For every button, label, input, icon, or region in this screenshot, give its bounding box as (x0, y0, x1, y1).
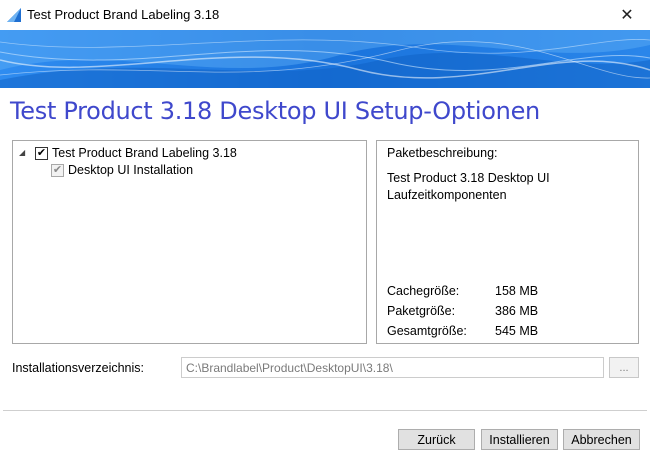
size-value: 545 MB (495, 324, 539, 338)
size-value: 158 MB (495, 284, 539, 298)
tree-item-root[interactable]: ◢ ✔ Test Product Brand Labeling 3.18 (19, 144, 237, 162)
browse-button[interactable]: ... (609, 357, 639, 378)
desktop-ui-checkbox: ✔ (51, 163, 64, 177)
cache-size-row: Cachegröße: 158 MB (387, 284, 538, 298)
install-button[interactable]: Installieren (481, 429, 558, 450)
size-label: Paketgröße: (387, 304, 456, 318)
feature-tree[interactable]: ◢ ✔ Test Product Brand Labeling 3.18 ✔ D… (12, 140, 367, 344)
title-bar: Test Product Brand Labeling 3.18 ✕ (0, 0, 650, 30)
page-title: Test Product 3.18 Desktop UI Setup-Optio… (10, 97, 540, 125)
app-icon (7, 8, 21, 22)
install-dir-label: Installationsverzeichnis: (12, 361, 145, 375)
tree-item-desktop-ui[interactable]: ✔ Desktop UI Installation (51, 161, 193, 179)
size-label: Cachegröße: (387, 284, 460, 298)
total-size-row: Gesamtgröße: 545 MB (387, 324, 538, 338)
close-icon: ✕ (620, 7, 634, 24)
package-description: Test Product 3.18 Desktop UI Laufzeitkom… (387, 171, 550, 202)
package-info-panel: Paketbeschreibung: Test Product 3.18 Des… (376, 140, 639, 344)
package-description-heading: Paketbeschreibung: (387, 146, 498, 160)
install-dir-field[interactable]: C:\Brandlabel\Product\DesktopUI\3.18\ (181, 357, 604, 378)
header-banner (0, 30, 650, 88)
back-button[interactable]: Zurück (398, 429, 475, 450)
expand-triangle-icon[interactable]: ◢ (19, 148, 29, 158)
close-button[interactable]: ✕ (604, 0, 650, 30)
tree-item-label: Test Product Brand Labeling 3.18 (52, 146, 237, 160)
size-value: 386 MB (495, 304, 539, 318)
package-size-row: Paketgröße: 386 MB (387, 304, 538, 318)
size-label: Gesamtgröße: (387, 324, 467, 338)
tree-item-label: Desktop UI Installation (68, 163, 194, 177)
wave-graphic (0, 30, 650, 88)
cancel-button[interactable]: Abbrechen (563, 429, 640, 450)
divider (3, 410, 647, 411)
root-checkbox[interactable]: ✔ (35, 146, 48, 160)
window-title: Test Product Brand Labeling 3.18 (27, 7, 220, 22)
